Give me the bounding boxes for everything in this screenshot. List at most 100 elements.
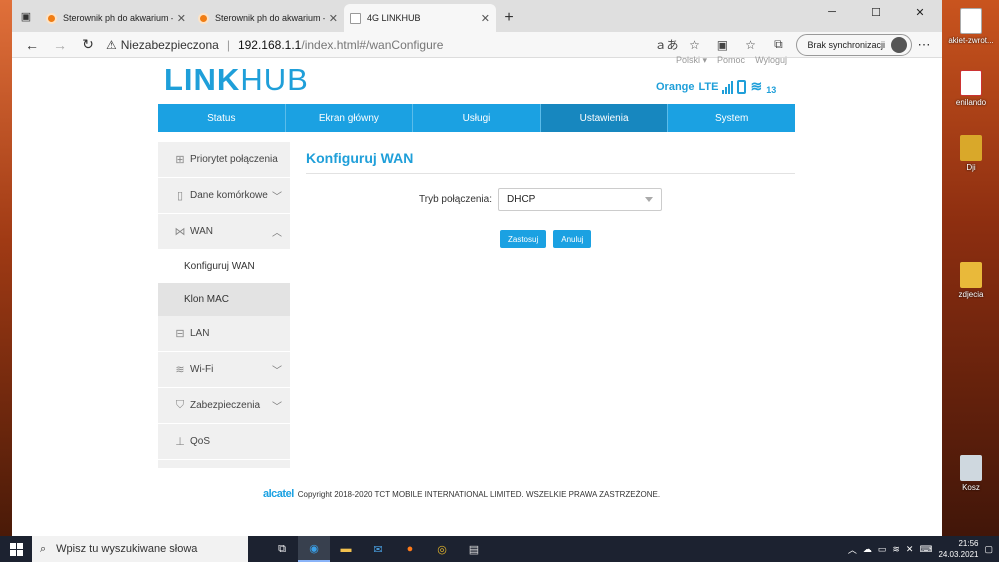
copyright-text: Copyright 2018-2020 TCT MOBILE INTERNATI… bbox=[297, 489, 661, 499]
maximize-button[interactable]: ☐ bbox=[854, 0, 898, 24]
desktop-icon-dji[interactable]: Dji bbox=[943, 135, 999, 172]
tab-actions-button[interactable]: ▣ bbox=[12, 0, 40, 32]
chevron-down-icon: ﹀ bbox=[272, 192, 282, 203]
network-icon[interactable]: ▭ bbox=[878, 544, 887, 555]
close-tab-icon[interactable]: ✕ bbox=[329, 12, 338, 25]
cloud-icon[interactable]: ☁ bbox=[863, 544, 872, 555]
apply-button[interactable]: Zastosuj bbox=[500, 230, 547, 248]
volume-icon[interactable]: ✕ bbox=[906, 544, 914, 555]
chrome-icon[interactable]: ◎ bbox=[426, 536, 458, 562]
page-title: Konfiguruj WAN bbox=[306, 142, 795, 174]
nav-services[interactable]: Usługi bbox=[413, 104, 541, 132]
profile-sync-button[interactable]: Brak synchronizacji bbox=[796, 33, 912, 56]
desktop-icon-file[interactable]: akiet-zwrot... bbox=[943, 8, 999, 45]
forward-button[interactable]: → bbox=[46, 34, 74, 56]
tab-bar: ▣ Sterownik ph do akwarium – Stro ✕ Ster… bbox=[12, 0, 942, 32]
sidebar-subitem-mac-clone[interactable]: Klon MAC bbox=[158, 283, 290, 316]
url-field[interactable]: ⚠ Niezabezpieczona | 192.168.1.1 /index.… bbox=[106, 34, 652, 56]
nav-status[interactable]: Status bbox=[158, 104, 286, 132]
file-explorer-icon[interactable]: ▬ bbox=[330, 536, 362, 562]
chevron-down-icon: ﹀ bbox=[272, 402, 282, 413]
desktop-icon-photos[interactable]: zdjecia bbox=[943, 262, 999, 299]
firefox-icon[interactable]: ● bbox=[394, 536, 426, 562]
close-tab-icon[interactable]: ✕ bbox=[177, 12, 186, 25]
tab-3[interactable]: 4G LINKHUB ✕ bbox=[344, 4, 496, 32]
lan-icon: ⊟ bbox=[175, 327, 185, 340]
start-button[interactable] bbox=[0, 536, 32, 562]
edge-icon[interactable]: ◉ bbox=[298, 536, 330, 562]
search-icon: ⌕ bbox=[40, 542, 47, 555]
close-tab-icon[interactable]: ✕ bbox=[481, 12, 490, 25]
favorite-star-icon[interactable]: ☆ bbox=[680, 38, 708, 52]
connection-status: Orange LTE ≋ 13 bbox=[656, 78, 776, 95]
top-links: Polski ▾ Pomoc Wyloguj bbox=[676, 55, 787, 66]
main-nav: Status Ekran główny Usługi Ustawienia Sy… bbox=[158, 104, 795, 132]
window-controls: ─ ☐ ✕ bbox=[810, 0, 942, 24]
taskbar-apps: ⧉ ◉ ▬ ✉ ● ◎ ▤ bbox=[266, 536, 490, 562]
wifi-icon: ≋ bbox=[175, 363, 185, 376]
folder-icon bbox=[960, 135, 982, 161]
notifications-icon[interactable]: ▢ bbox=[984, 544, 993, 555]
share-network-icon: ⋈ bbox=[174, 225, 186, 238]
close-window-button[interactable]: ✕ bbox=[898, 0, 942, 24]
footer: alcatel Copyright 2018-2020 TCT MOBILE I… bbox=[263, 488, 660, 500]
chevron-up-icon[interactable]: ︿ bbox=[848, 543, 857, 556]
extension-icon[interactable]: ▣ bbox=[708, 38, 736, 52]
toolbar-icons: ａあ ☆ ▣ ☆ ⧉ bbox=[652, 36, 792, 53]
sidebar-item-priority[interactable]: ⊞ Priorytet połączenia bbox=[158, 142, 290, 178]
sidebar-subitem-wan-config[interactable]: Konfiguruj WAN bbox=[158, 250, 290, 283]
wifi-icon: ≋ bbox=[750, 78, 763, 94]
tab-1[interactable]: Sterownik ph do akwarium – Stro ✕ bbox=[40, 4, 192, 32]
sidebar-item-wifi[interactable]: ≋ Wi-Fi ﹀ bbox=[158, 352, 290, 388]
desktop-icon-pdf[interactable]: enilando bbox=[943, 70, 999, 107]
linkhub-logo: LINKHUB bbox=[164, 62, 309, 97]
connection-mode-row: Tryb połączenia: DHCP bbox=[306, 188, 795, 211]
language-icon[interactable]: ⌨ bbox=[919, 544, 932, 555]
new-tab-button[interactable]: + bbox=[496, 4, 522, 32]
taskbar-search[interactable]: ⌕ Wpisz tu wyszukiwane słowa bbox=[32, 536, 248, 562]
read-aloud-icon[interactable]: ａあ bbox=[652, 36, 680, 53]
tab-2[interactable]: Sterownik ph do akwarium – Stro ✕ bbox=[192, 4, 344, 32]
browser-window: ▣ Sterownik ph do akwarium – Stro ✕ Ster… bbox=[12, 0, 942, 536]
help-link[interactable]: Pomoc bbox=[717, 55, 745, 66]
connection-mode-select[interactable]: DHCP bbox=[498, 188, 662, 211]
settings-sidebar: ⊞ Priorytet połączenia ▯ Dane komórkowe … bbox=[158, 142, 290, 468]
chevron-up-icon: ︿ bbox=[272, 228, 282, 239]
signal-strength-icon bbox=[722, 80, 734, 94]
system-tray: ︿ ☁ ▭ ≋ ✕ ⌨ 21:56 24.03.2021 ▢ bbox=[848, 536, 993, 562]
language-select[interactable]: Polski ▾ bbox=[676, 55, 707, 66]
nav-settings[interactable]: Ustawienia bbox=[540, 104, 669, 132]
site-favicon-icon bbox=[46, 12, 57, 24]
mail-icon[interactable]: ✉ bbox=[362, 536, 394, 562]
sidebar-item-security[interactable]: ⛉ Zabezpieczenia ﹀ bbox=[158, 388, 290, 424]
nav-home[interactable]: Ekran główny bbox=[286, 104, 414, 132]
cancel-button[interactable]: Anuluj bbox=[553, 230, 592, 248]
desktop-icon-trash[interactable]: Kosz bbox=[943, 455, 999, 492]
tab-actions-icon: ▣ bbox=[20, 10, 32, 23]
nav-system[interactable]: System bbox=[668, 104, 795, 132]
favorites-icon[interactable]: ☆ bbox=[736, 38, 764, 52]
sim-card-icon: ▯ bbox=[176, 189, 184, 202]
network-tree-icon: ⊞ bbox=[175, 153, 185, 166]
wifi-clients-count: 13 bbox=[766, 84, 777, 95]
store-icon[interactable]: ▤ bbox=[458, 536, 490, 562]
collections-icon[interactable]: ⧉ bbox=[764, 37, 792, 52]
more-menu-button[interactable]: ⋯ bbox=[912, 37, 936, 53]
operator-name: Orange bbox=[656, 80, 695, 93]
avatar bbox=[891, 36, 907, 53]
clock[interactable]: 21:56 24.03.2021 bbox=[938, 538, 978, 560]
back-button[interactable]: ← bbox=[18, 34, 46, 56]
sidebar-item-wan[interactable]: ⋈ WAN ︿ bbox=[158, 214, 290, 250]
reload-button[interactable]: ↻ bbox=[74, 34, 102, 56]
shield-icon: ⛉ bbox=[175, 398, 185, 411]
wifi-icon[interactable]: ≋ bbox=[892, 544, 900, 555]
sidebar-item-mobile-data[interactable]: ▯ Dane komórkowe ﹀ bbox=[158, 178, 290, 214]
sidebar-item-qos[interactable]: ⊥ QoS bbox=[158, 424, 290, 460]
sidebar-item-lan[interactable]: ⊟ LAN bbox=[158, 316, 290, 352]
warning-icon[interactable]: ⚠ bbox=[106, 38, 117, 52]
logout-link[interactable]: Wyloguj bbox=[755, 55, 787, 66]
windows-logo-icon bbox=[9, 542, 23, 556]
alcatel-logo: alcatel bbox=[263, 488, 294, 500]
minimize-button[interactable]: ─ bbox=[810, 0, 854, 24]
task-view-icon[interactable]: ⧉ bbox=[266, 536, 298, 562]
